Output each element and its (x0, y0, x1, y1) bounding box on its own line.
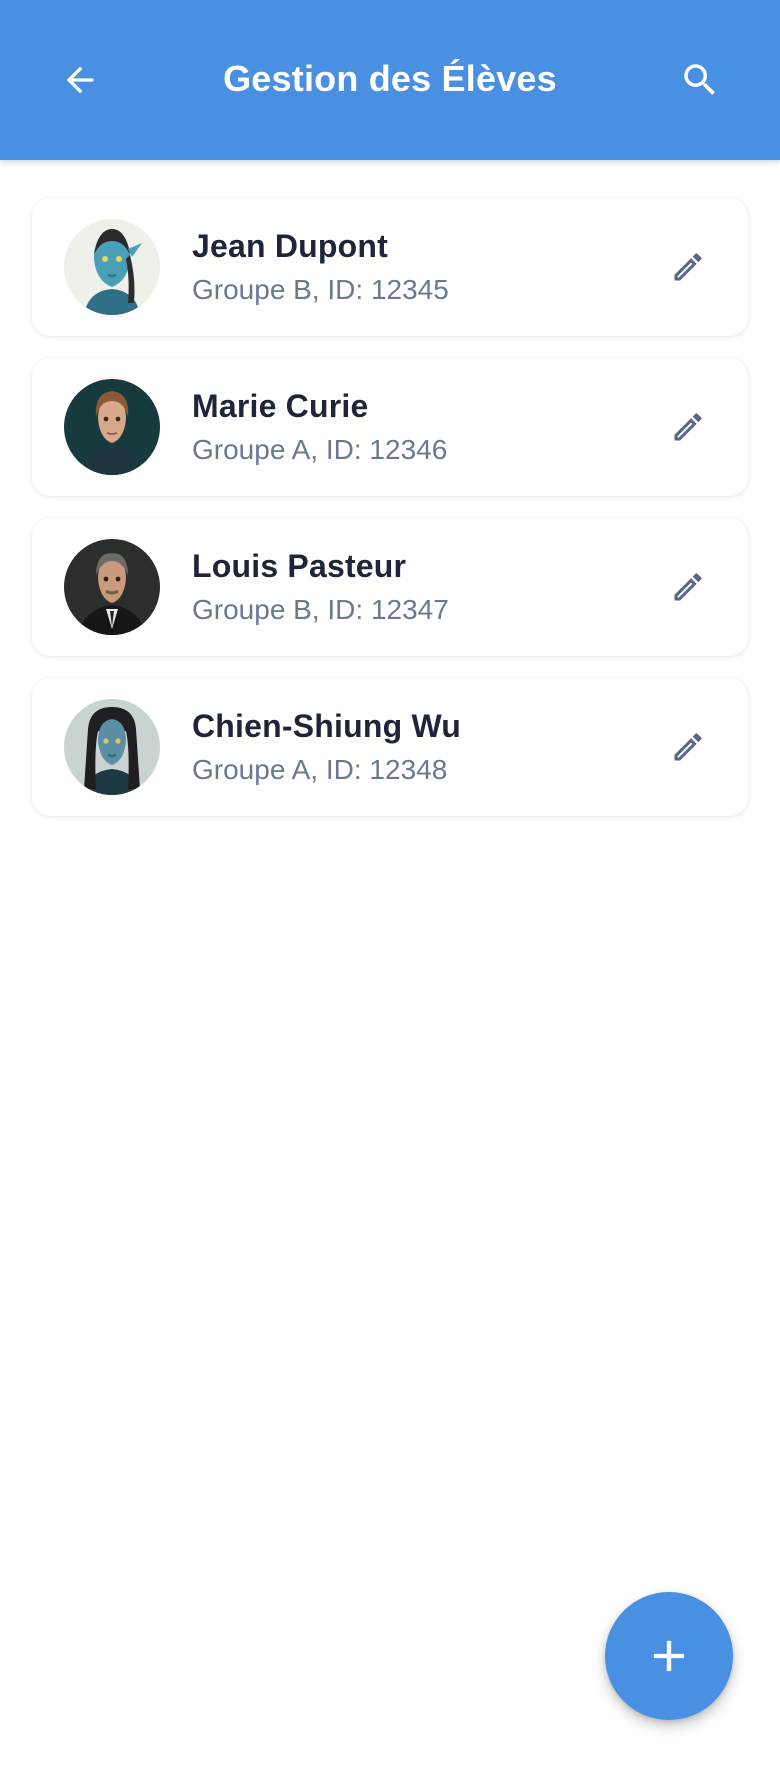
student-card[interactable]: Louis Pasteur Groupe B, ID: 12347 (32, 518, 748, 656)
student-card[interactable]: Marie Curie Groupe A, ID: 12346 (32, 358, 748, 496)
plus-icon (653, 1640, 685, 1672)
page-title: Gestion des Élèves (223, 58, 557, 99)
student-card[interactable]: Chien-Shiung Wu Groupe A, ID: 12348 (32, 678, 748, 816)
blue-alien-female-avatar (64, 699, 160, 795)
edit-button[interactable] (658, 717, 718, 777)
woman-portrait-avatar (64, 379, 160, 475)
man-in-suit-avatar (64, 539, 160, 635)
pencil-icon (674, 253, 702, 281)
search-icon (684, 64, 715, 95)
pencil-icon (674, 413, 702, 441)
avatar (64, 219, 160, 315)
search-button[interactable] (668, 48, 732, 112)
edit-button[interactable] (658, 557, 718, 617)
student-details: Groupe A, ID: 12348 (192, 754, 448, 785)
student-card[interactable]: Jean Dupont Groupe B, ID: 12345 (32, 198, 748, 336)
avatar (64, 699, 160, 795)
add-student-button[interactable] (605, 1592, 733, 1720)
student-details: Groupe A, ID: 12346 (192, 434, 448, 465)
edit-button[interactable] (658, 237, 718, 297)
student-name: Jean Dupont (192, 228, 388, 264)
avatar (64, 539, 160, 635)
student-details: Groupe B, ID: 12345 (192, 274, 449, 305)
pencil-icon (674, 573, 702, 601)
edit-button[interactable] (658, 397, 718, 457)
blue-alien-male-avatar (64, 219, 160, 315)
avatar (64, 379, 160, 475)
pencil-icon (674, 733, 702, 761)
app-bar: Gestion des Élèves (0, 0, 780, 160)
student-name: Louis Pasteur (192, 548, 407, 584)
student-list: Jean Dupont Groupe B, ID: 12345 Marie Cu… (32, 198, 748, 838)
student-name: Marie Curie (192, 388, 369, 424)
student-name: Chien-Shiung Wu (192, 708, 462, 744)
student-details: Groupe B, ID: 12347 (192, 594, 449, 625)
